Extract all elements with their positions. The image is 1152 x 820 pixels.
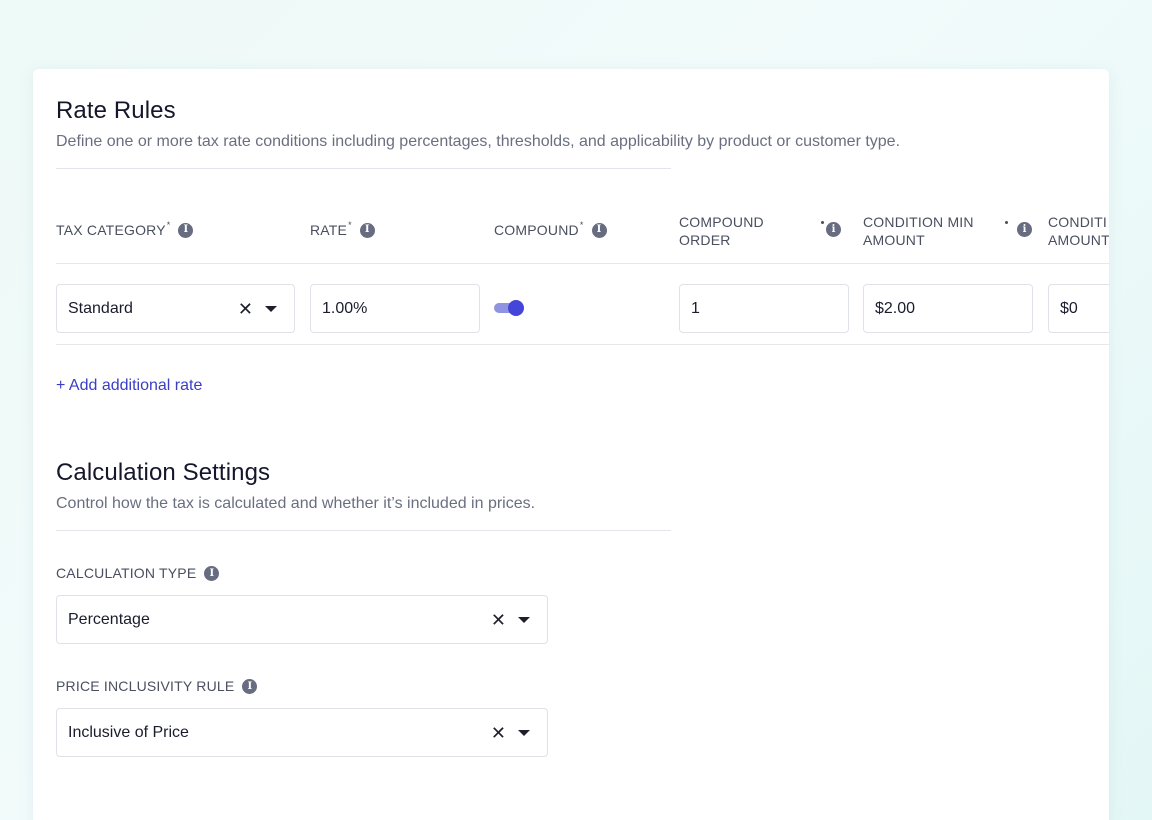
column-header-compound-order: COMPOUND ORDER: [679, 213, 764, 249]
condition-max-amount-input[interactable]: $0: [1048, 284, 1109, 333]
condition-max-label-line2: AMOUNT: [1048, 232, 1109, 248]
close-icon[interactable]: ✕: [491, 611, 506, 629]
rate-rules-card: Rate Rules Define one or more tax rate c…: [33, 69, 1109, 820]
caret-down-icon[interactable]: [518, 616, 530, 623]
toggle-knob: [508, 300, 524, 316]
price-inclusivity-label: PRICE INCLUSIVITY RULE i: [56, 678, 258, 694]
calculation-type-select[interactable]: Percentage ✕: [56, 595, 548, 644]
column-header-compound: COMPOUND * i: [494, 220, 607, 239]
table-row-divider: [56, 344, 1109, 345]
close-icon[interactable]: ✕: [238, 300, 253, 318]
column-header-condition-max: CONDITI AMOUNT: [1048, 213, 1109, 249]
tax-category-label: TAX CATEGORY: [56, 222, 166, 238]
condition-max-label-line1: CONDITI: [1048, 214, 1107, 230]
calculation-settings-divider: [56, 530, 671, 531]
compound-order-input[interactable]: 1: [679, 284, 849, 333]
column-header-tax-category: TAX CATEGORY * i: [56, 220, 194, 239]
info-icon[interactable]: i: [178, 222, 194, 238]
column-header-rate: RATE * i: [310, 220, 375, 239]
compound-order-label-line2: ORDER: [679, 232, 731, 248]
rate-input[interactable]: 1.00%: [310, 284, 480, 333]
info-icon[interactable]: i: [242, 678, 258, 694]
condition-min-amount-value: $2.00: [875, 299, 916, 317]
rate-label: RATE: [310, 222, 348, 238]
condition-max-amount-value: $0: [1060, 299, 1078, 317]
caret-down-icon[interactable]: [265, 305, 277, 312]
rate-value: 1.00%: [322, 299, 368, 317]
condition-min-label-line1: CONDITION MIN: [863, 214, 974, 230]
info-icon[interactable]: i: [359, 222, 375, 238]
tax-category-value: Standard: [68, 299, 133, 317]
rate-rules-divider: [56, 168, 671, 169]
caret-down-icon[interactable]: [518, 729, 530, 736]
compound-order-value: 1: [691, 299, 700, 317]
required-mark: *: [348, 220, 352, 230]
price-inclusivity-value: Inclusive of Price: [68, 723, 189, 741]
calculation-type-label-text: CALCULATION TYPE: [56, 565, 197, 581]
close-icon[interactable]: ✕: [491, 724, 506, 742]
calculation-settings-description: Control how the tax is calculated and wh…: [56, 495, 536, 512]
compound-order-label-line1: COMPOUND: [679, 214, 764, 230]
column-header-condition-min: CONDITION MIN AMOUNT: [863, 213, 974, 249]
required-mark: *: [579, 220, 584, 230]
add-additional-rate-link[interactable]: + Add additional rate: [56, 377, 202, 395]
info-icon[interactable]: i: [826, 222, 841, 237]
tax-category-select[interactable]: Standard ✕: [56, 284, 295, 333]
required-dot: [821, 221, 824, 224]
table-header-divider: [56, 263, 1109, 264]
info-icon[interactable]: i: [1017, 222, 1032, 237]
required-mark: *: [166, 220, 171, 230]
rate-rules-title: Rate Rules: [56, 97, 176, 124]
price-inclusivity-select[interactable]: Inclusive of Price ✕: [56, 708, 548, 757]
info-icon[interactable]: i: [204, 565, 220, 581]
rate-rules-description: Define one or more tax rate conditions i…: [56, 133, 901, 150]
calculation-type-label: CALCULATION TYPE i: [56, 565, 220, 581]
price-inclusivity-label-text: PRICE INCLUSIVITY RULE: [56, 678, 235, 694]
required-dot: [1005, 221, 1008, 224]
info-icon[interactable]: i: [591, 222, 607, 238]
compound-toggle[interactable]: [494, 300, 524, 316]
compound-label: COMPOUND: [494, 222, 579, 238]
calculation-settings-title: Calculation Settings: [56, 459, 271, 486]
condition-min-amount-input[interactable]: $2.00: [863, 284, 1033, 333]
condition-min-label-line2: AMOUNT: [863, 232, 925, 248]
calculation-type-value: Percentage: [68, 610, 150, 628]
